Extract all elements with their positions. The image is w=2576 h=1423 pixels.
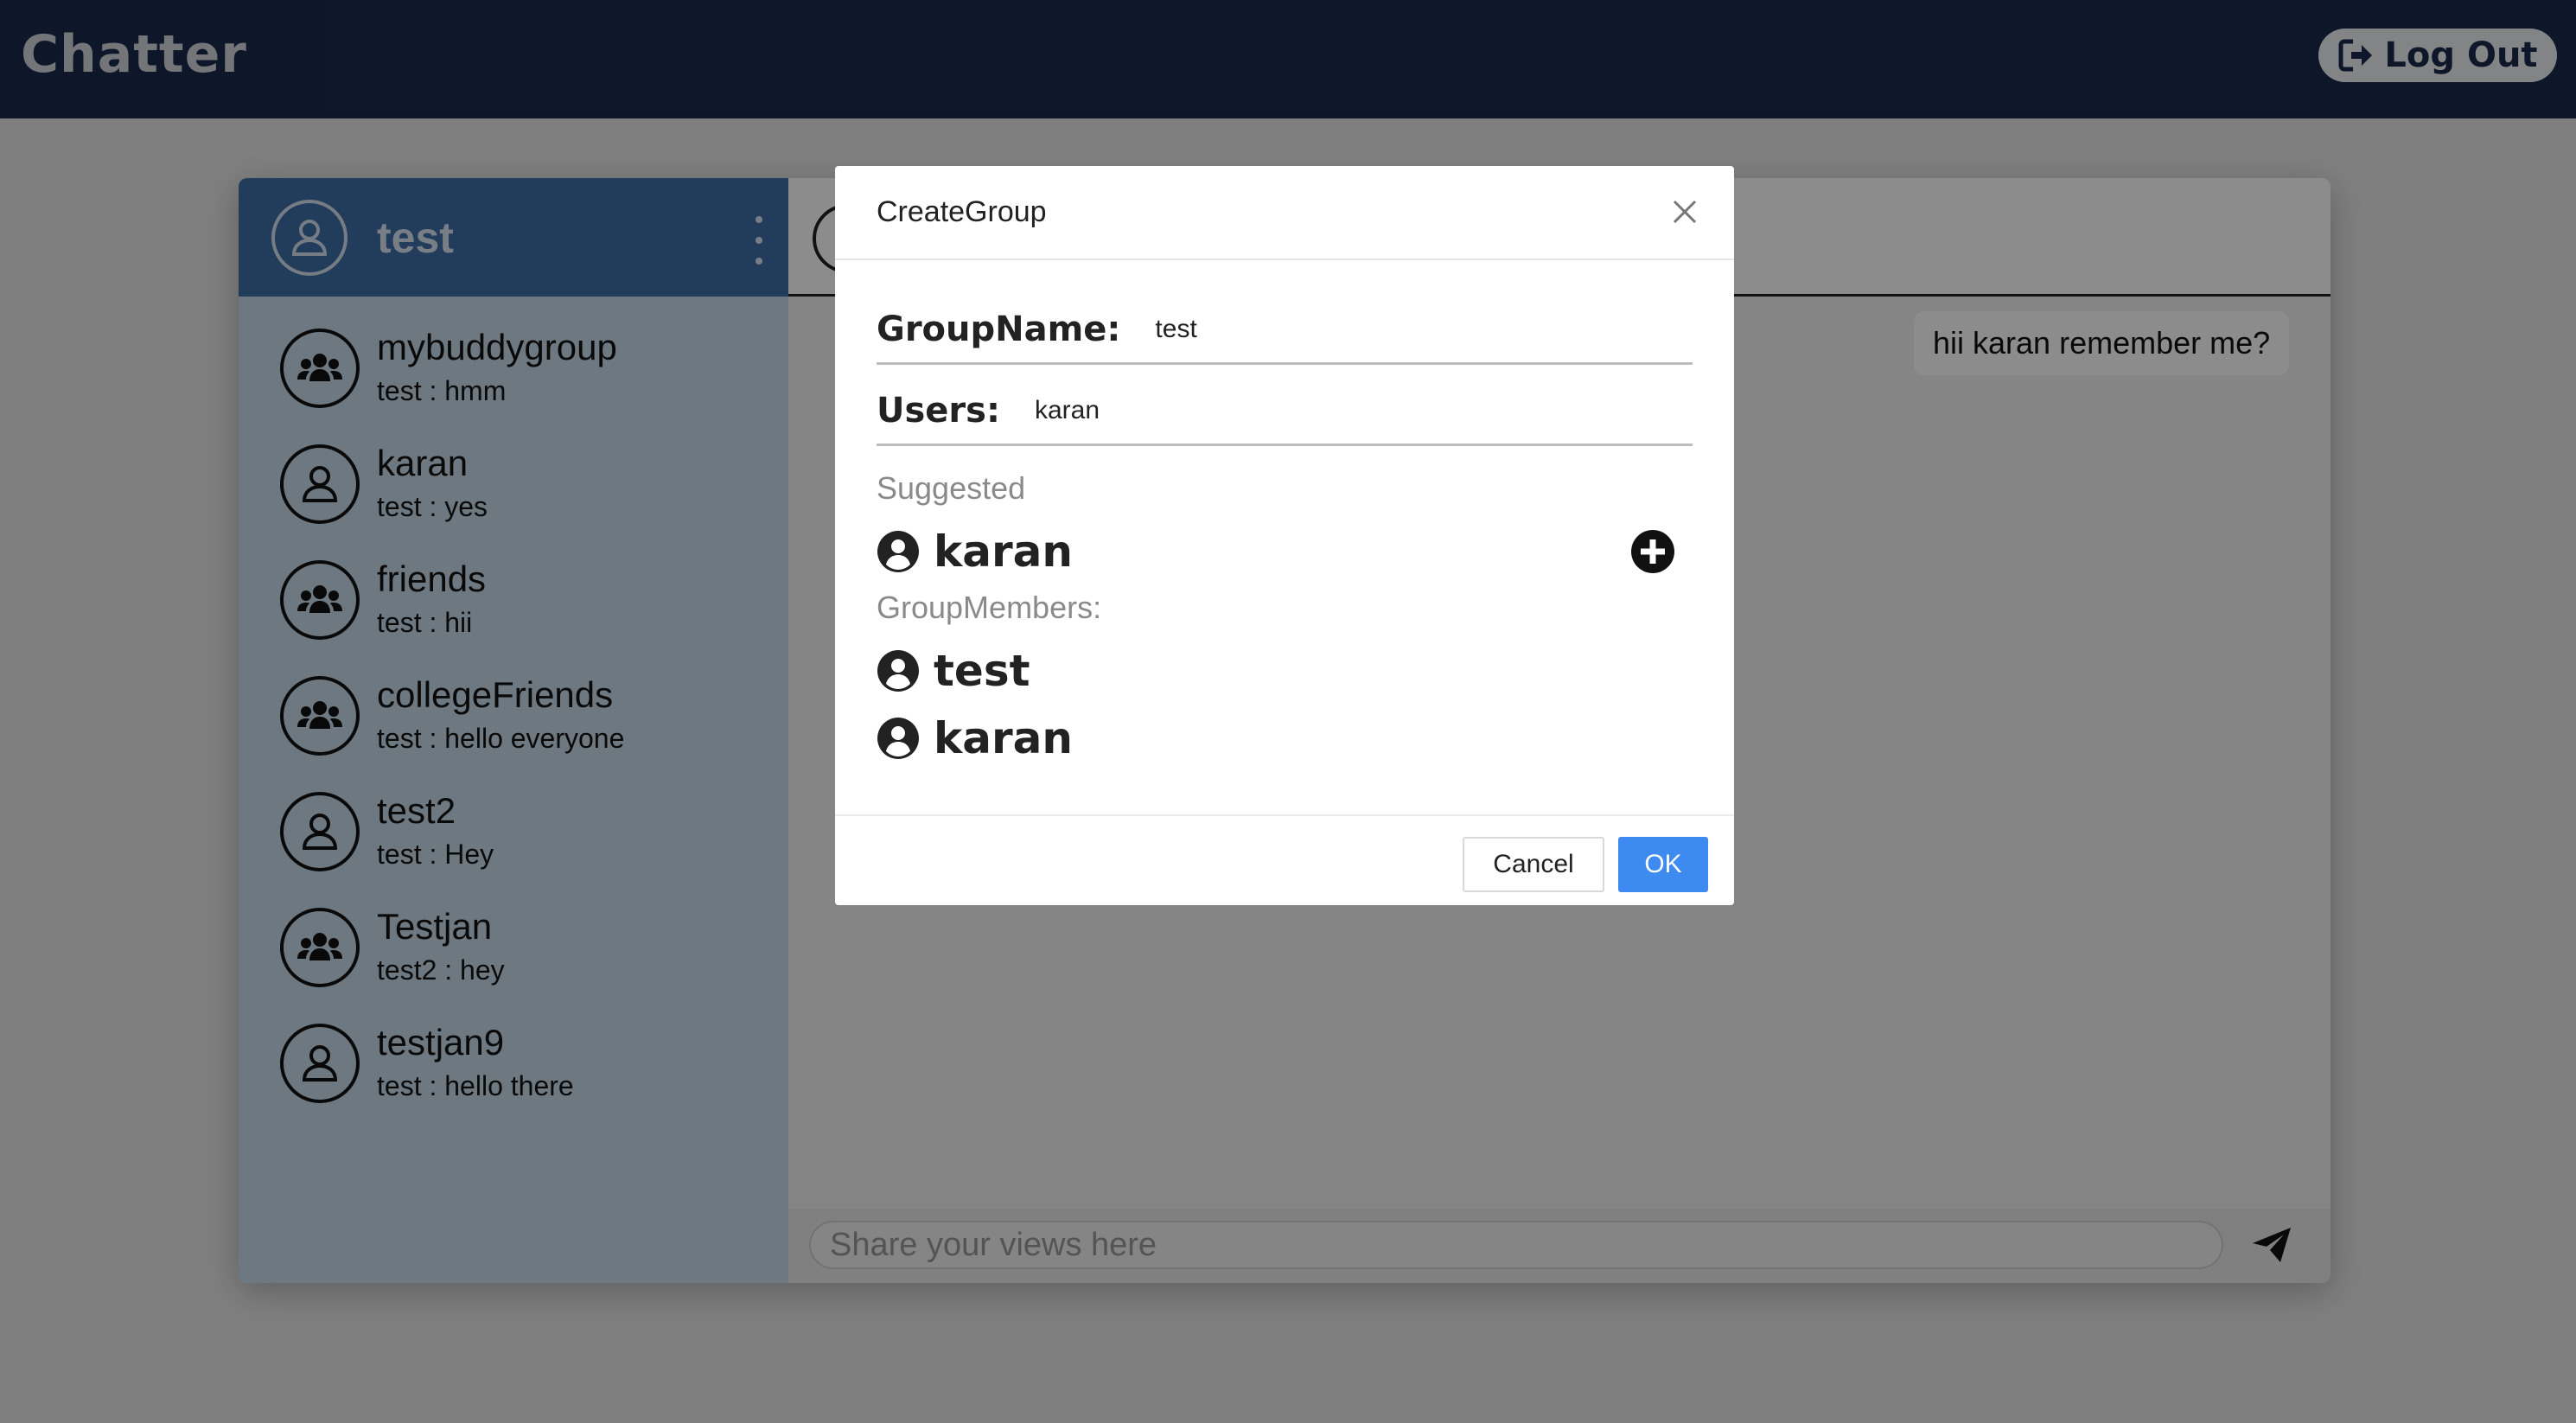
close-icon[interactable] [1672, 199, 1698, 225]
group-name-field[interactable]: GroupName: test [877, 296, 1693, 365]
users-label: Users: [877, 390, 1000, 431]
group-member: karan [877, 712, 1073, 764]
user-circle-icon [877, 650, 919, 692]
group-member-name: test [934, 646, 1030, 696]
ok-button[interactable]: OK [1618, 837, 1708, 892]
dialog-title: CreateGroup [877, 195, 1047, 228]
users-field[interactable]: Users: karan [877, 377, 1693, 446]
create-group-dialog: CreateGroup GroupName: test Users: karan… [835, 166, 1734, 905]
group-member-name: karan [934, 713, 1073, 763]
user-circle-icon [877, 531, 919, 572]
user-circle-icon [877, 718, 919, 759]
dialog-footer: Cancel OK [835, 814, 1734, 905]
add-user-icon[interactable] [1630, 529, 1675, 574]
suggested-user[interactable]: karan [877, 526, 1073, 577]
suggested-label: Suggested [877, 470, 1026, 506]
users-search-input[interactable]: karan [1035, 396, 1100, 425]
dialog-header: CreateGroup [835, 166, 1734, 260]
group-name-input[interactable]: test [1155, 315, 1196, 344]
group-members-label: GroupMembers: [877, 590, 1102, 625]
cancel-button[interactable]: Cancel [1463, 837, 1604, 892]
group-member: test [877, 645, 1030, 697]
app-page: Chatter Log Out test mybuddygroup test:… [0, 0, 2576, 1423]
suggested-user-name: karan [934, 526, 1073, 577]
group-name-label: GroupName: [877, 309, 1121, 349]
